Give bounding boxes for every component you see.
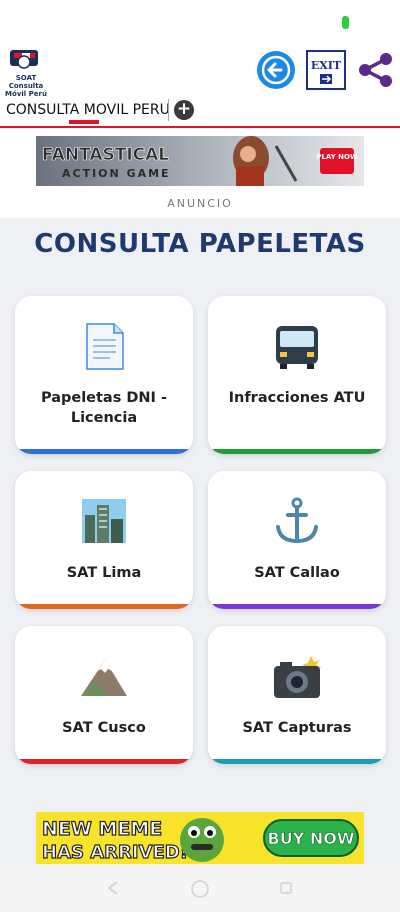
card-sat-cusco[interactable]: SAT Cusco [15,626,193,764]
nav-back-icon[interactable] [105,880,121,896]
buy-now-label: BUY NOW [268,829,355,848]
banner-ad-bottom[interactable]: NEW MEME HAS ARRIVED! BUY NOW [36,812,364,864]
card-label: SAT Lima [66,565,142,581]
frog-meme-image [180,818,224,862]
ad-bottom-line1: NEW MEME [42,818,162,840]
anchor-icon [276,497,318,544]
card-label: SAT Cusco [62,720,146,736]
tab-divider [168,99,169,121]
exit-label: EXIT [311,59,342,72]
city-icon [82,499,126,543]
tab-indicator [69,120,99,124]
bus-icon [276,326,318,369]
system-nav-bar [0,864,400,912]
play-now-button[interactable] [320,148,354,174]
banner-ad-top[interactable]: FANTASTICAL ACTION GAME PLAY NOW [36,136,364,186]
logo-text: SOAT Consulta Móvil Perú [4,74,48,98]
card-label: SAT Callao [254,565,340,581]
logo-line-soat: SOAT [15,74,37,82]
card-label: Papeletas DNI - Licencia [40,390,168,426]
share-icon[interactable] [356,50,396,90]
mountain-icon [81,660,127,696]
card-accent-bar [208,449,386,454]
card-accent-bar [15,604,193,609]
document-icon [86,323,124,370]
play-now-label: PLAY NOW [316,153,358,161]
card-sat-callao[interactable]: SAT Callao [208,471,386,609]
ad-label: ANUNCIO [167,197,233,210]
nav-home-icon[interactable] [190,879,210,899]
back-button[interactable] [256,50,296,90]
status-bar [0,0,400,44]
card-accent-bar [15,759,193,764]
card-infracciones-atu[interactable]: Infracciones ATU [208,296,386,454]
logo-line-movil: Móvil Perú [5,90,47,98]
card-papeletas-dni[interactable]: Papeletas DNI - Licencia [15,296,193,454]
add-tab-button[interactable]: + [174,100,194,120]
tab-consulta-movil-peru[interactable]: CONSULTA MOVIL PERU [6,102,170,118]
camera-icon [274,656,322,698]
card-sat-capturas[interactable]: SAT Capturas [208,626,386,764]
card-label: Infracciones ATU [228,390,366,406]
ad-top-line1: FANTASTICAL [42,145,169,165]
card-sat-lima[interactable]: SAT Lima [15,471,193,609]
app-header: SOAT Consulta Móvil Perú EXIT CONSULTA M… [0,44,400,128]
exit-button[interactable]: EXIT [306,50,346,90]
ad-section-top: FANTASTICAL ACTION GAME PLAY NOW ANUNCIO [0,128,400,218]
page-title: CONSULTA PAPELETAS [34,229,366,259]
card-accent-bar [208,759,386,764]
nav-recents-icon[interactable] [278,880,294,896]
card-accent-bar [208,604,386,609]
ad-bottom-line2: HAS ARRIVED! [42,842,188,863]
ad-top-line2: ACTION GAME [62,167,171,180]
battery-icon [342,16,349,29]
card-accent-bar [15,449,193,454]
logo-line-consulta: Consulta [8,82,44,90]
card-label: SAT Capturas [242,720,352,736]
